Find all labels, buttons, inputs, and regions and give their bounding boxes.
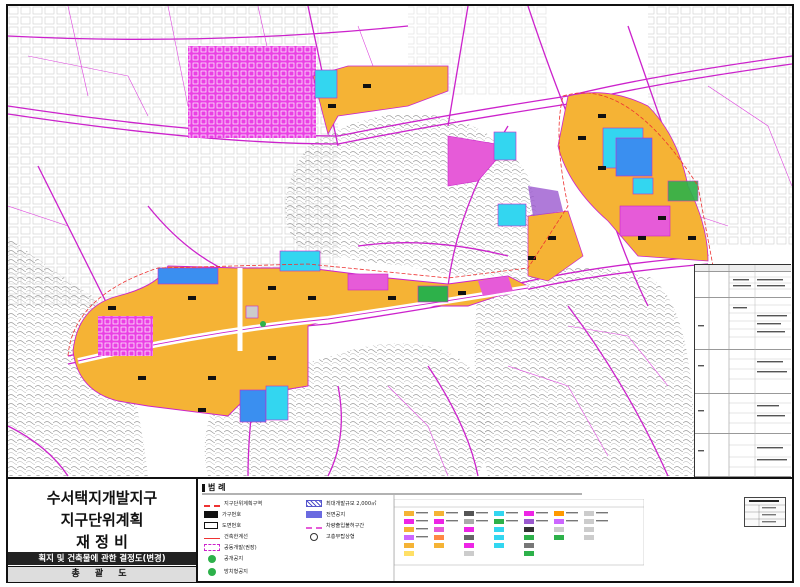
legend-divider bbox=[202, 493, 582, 495]
legend-heading: 범 례 bbox=[202, 482, 226, 493]
map-sheet: 수서택지개발지구 지구단위계획 재 정 비 획지 및 건축물에 관한 결정도(변… bbox=[6, 4, 794, 583]
build-limit-line-icon bbox=[204, 538, 220, 539]
blue-fill-icon bbox=[306, 511, 322, 518]
legend-item: 가구번호 bbox=[204, 510, 241, 520]
legend-item: 공동개발(권장) bbox=[204, 543, 257, 553]
legend-item: 최대개발규모 2,000㎡ bbox=[306, 499, 376, 509]
reference-box bbox=[744, 497, 786, 527]
legend-item: 건축한계선 bbox=[204, 532, 248, 542]
legend-item: 지구단위계획구역 bbox=[204, 499, 262, 509]
panel-grid-lines bbox=[698, 265, 791, 477]
land-use-map bbox=[8, 6, 792, 477]
east-hill bbox=[474, 268, 695, 476]
legend-item: 도면번호 bbox=[204, 521, 241, 531]
project-title-line1: 수서택지개발지구 bbox=[46, 489, 158, 507]
legend-item: 차량출입불허구간 bbox=[306, 521, 364, 531]
block-number-icon bbox=[204, 511, 218, 518]
sheet-name: 총 괄 도 bbox=[8, 566, 196, 582]
joint-dev-icon bbox=[204, 544, 220, 551]
legend-item: 전면공지 bbox=[306, 510, 345, 520]
legend-item: 고층부탑상형 bbox=[306, 532, 355, 542]
legend-item: 공개공지 bbox=[204, 554, 243, 564]
pink-dash-line-icon bbox=[306, 526, 322, 529]
use-code-matrix bbox=[394, 499, 644, 566]
project-title-line3: 재 정 비 bbox=[76, 533, 128, 551]
crosshair-icon bbox=[310, 532, 318, 541]
hatched-area-icon bbox=[306, 500, 322, 507]
legend: 범 례 지구단위계획구역 가구번호 도면번호 건축한계선 공동개발(권장) 공개… bbox=[198, 477, 792, 583]
legend-marker-icon bbox=[202, 483, 205, 492]
drawing-number-icon bbox=[204, 522, 218, 529]
regulation-table-panel bbox=[694, 264, 791, 477]
project-title-line2: 지구단위계획 bbox=[60, 511, 144, 529]
reference-box-lines bbox=[745, 500, 785, 526]
title-block: 수서택지개발지구 지구단위계획 재 정 비 획지 및 건축물에 관한 결정도(변… bbox=[8, 477, 198, 582]
green-circle-icon bbox=[208, 554, 216, 563]
commercial-lot-grid bbox=[188, 46, 316, 138]
legend-item: 방치형공지 bbox=[204, 567, 248, 577]
green-circle-icon bbox=[208, 567, 216, 576]
red-dash-line-icon bbox=[204, 504, 220, 507]
drawing-subtitle: 획지 및 건축물에 관한 결정도(변경) bbox=[8, 552, 196, 565]
